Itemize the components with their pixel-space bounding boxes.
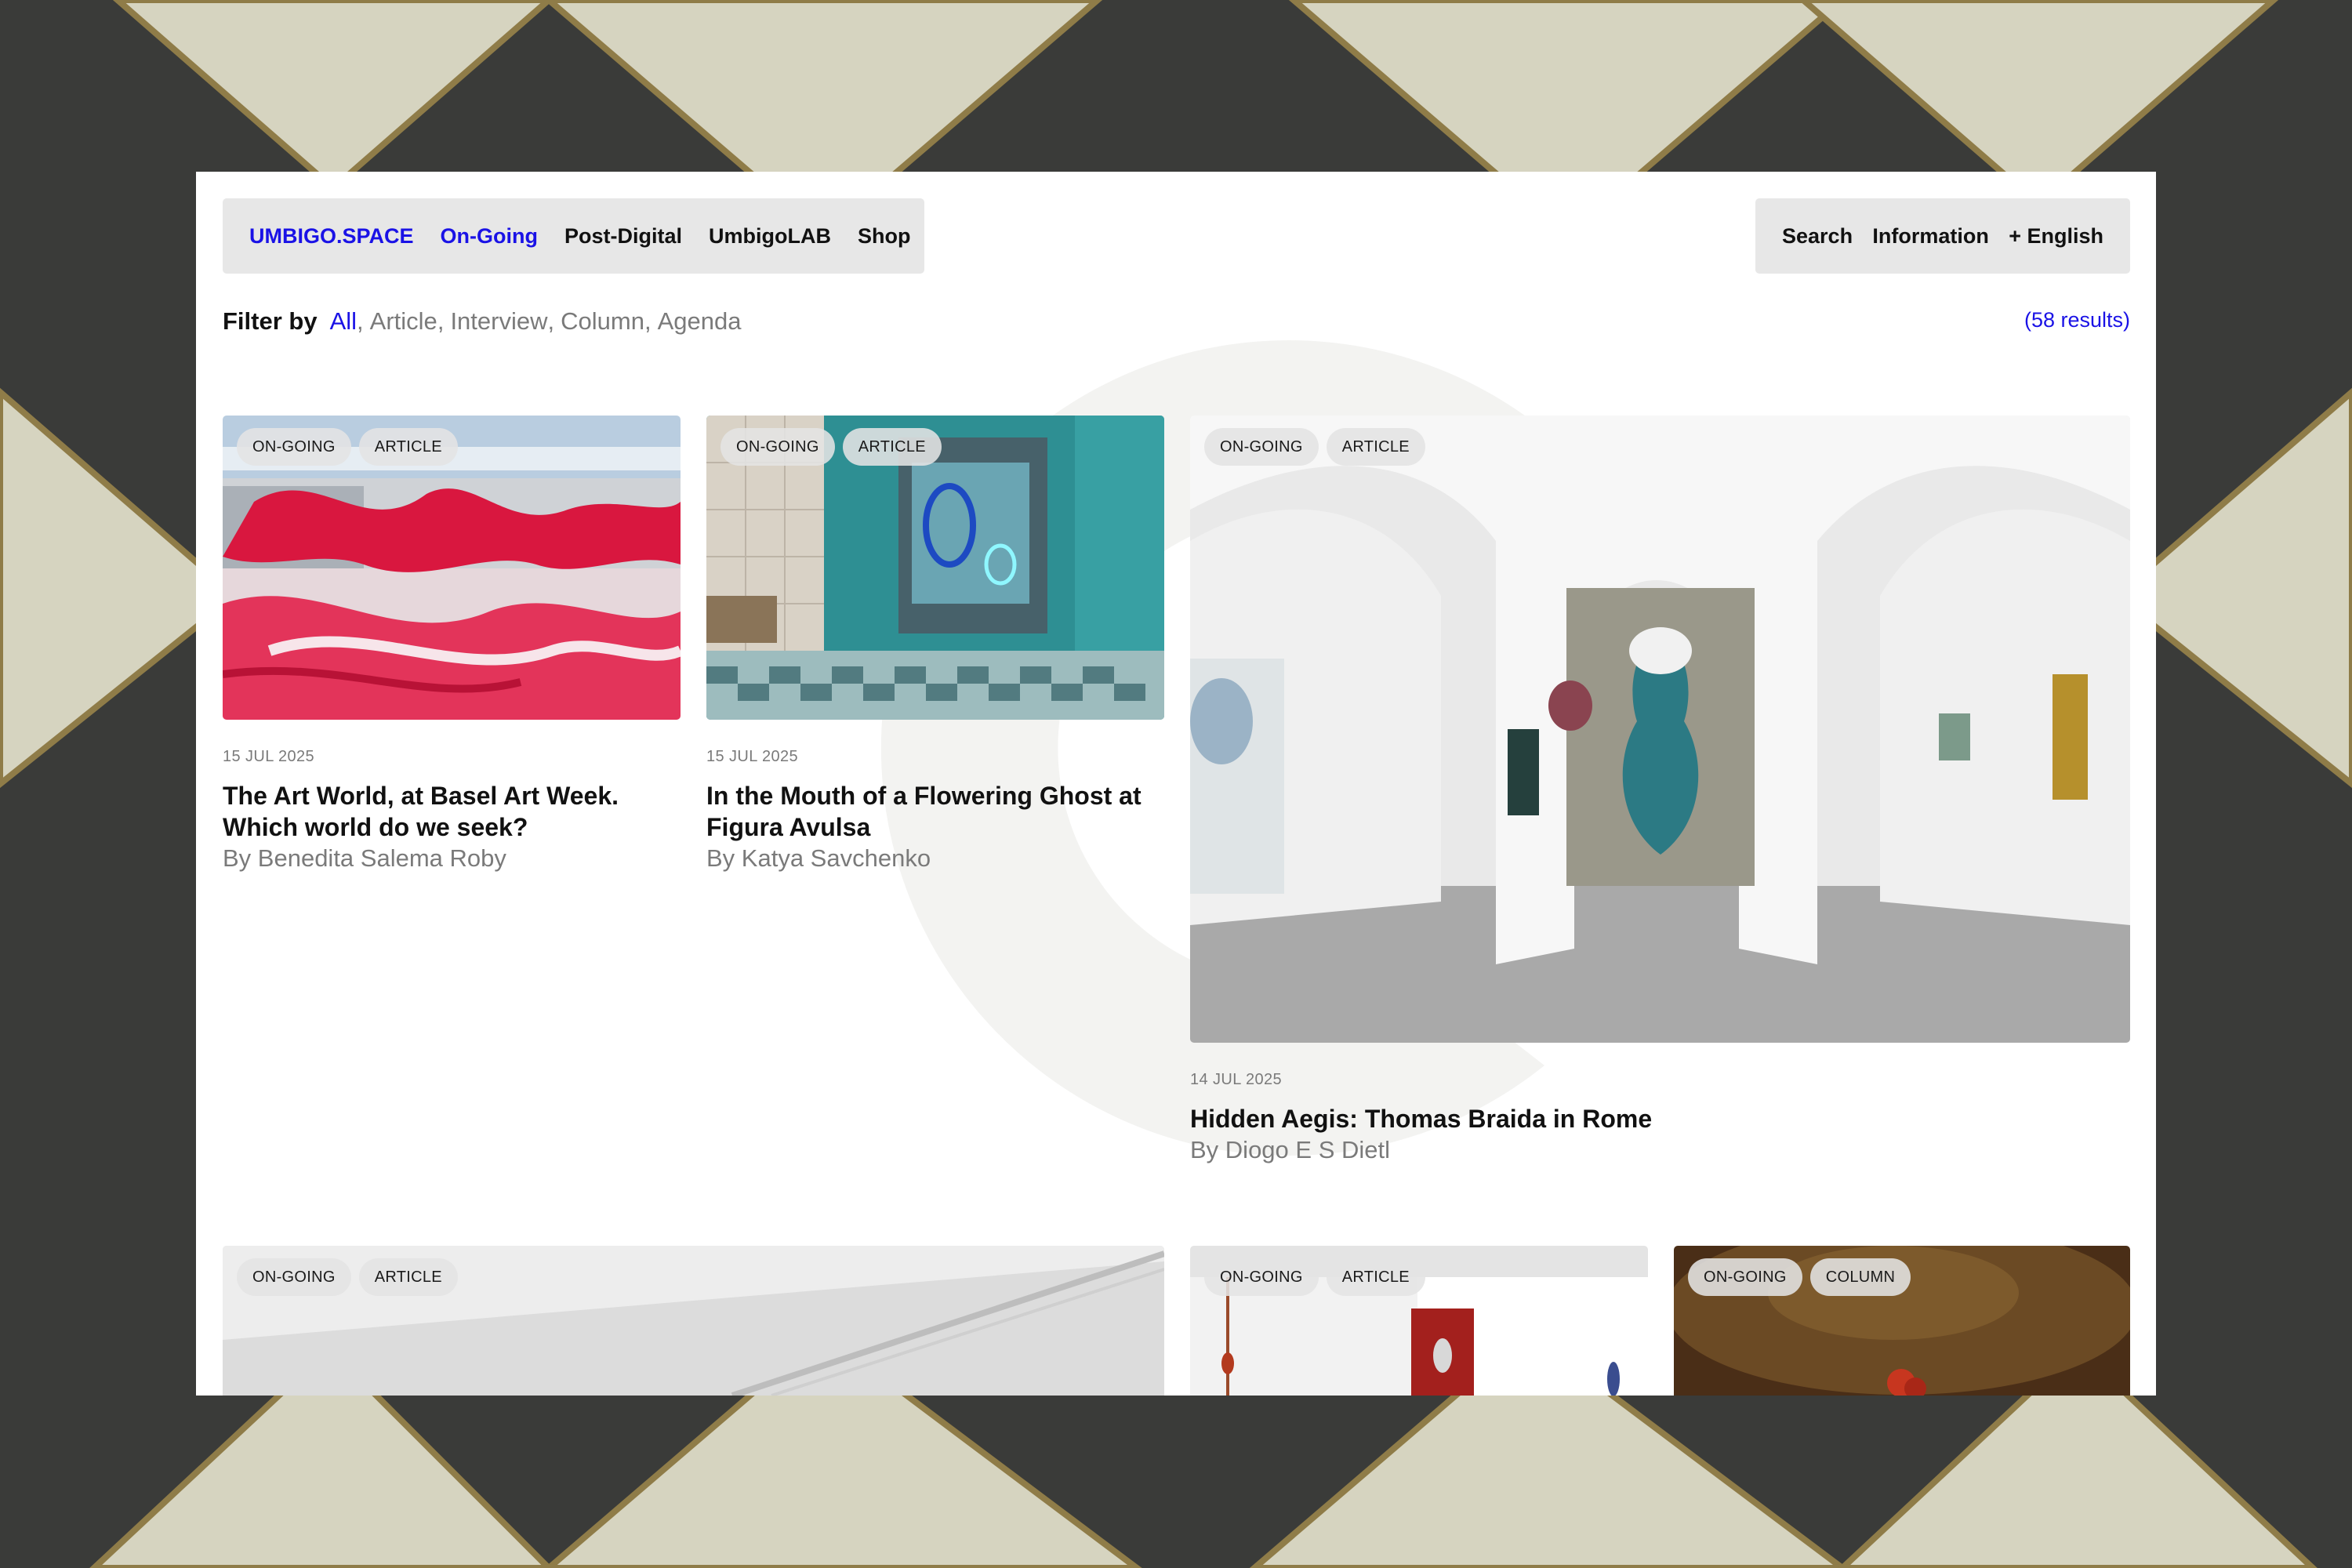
article-title[interactable]: Hidden Aegis: Thomas Braida in Rome bbox=[1190, 1103, 2130, 1134]
tag-on-going[interactable]: ON-GOING bbox=[1204, 428, 1319, 466]
nav-shop[interactable]: Shop bbox=[858, 224, 911, 249]
nav-umbigolab[interactable]: UmbigoLAB bbox=[709, 224, 831, 249]
tag-on-going[interactable]: ON-GOING bbox=[237, 428, 351, 466]
tag-on-going[interactable]: ON-GOING bbox=[1204, 1258, 1319, 1296]
results-count: (58 results) bbox=[2024, 308, 2130, 332]
filter-article[interactable]: Article bbox=[370, 307, 437, 336]
tag-column[interactable]: COLUMN bbox=[1809, 1258, 1911, 1296]
filter-separator: , bbox=[357, 307, 364, 335]
article-title[interactable]: In the Mouth of a Flowering Ghost at Fig… bbox=[706, 780, 1164, 843]
filter-interview[interactable]: Interview bbox=[450, 307, 547, 336]
filter-separator: , bbox=[547, 307, 555, 335]
nav-on-going[interactable]: On-Going bbox=[441, 224, 538, 249]
filter-agenda[interactable]: Agenda bbox=[658, 307, 742, 336]
article-author[interactable]: By Katya Savchenko bbox=[706, 843, 931, 874]
article-author[interactable]: By Benedita Salema Roby bbox=[223, 843, 506, 874]
nav-post-digital[interactable]: Post-Digital bbox=[564, 224, 682, 249]
tag-on-going[interactable]: ON-GOING bbox=[1688, 1258, 1802, 1296]
nav-language-english[interactable]: + English bbox=[2009, 224, 2103, 249]
nav-search[interactable]: Search bbox=[1782, 224, 1853, 249]
article-card[interactable]: ON-GOING ARTICLE bbox=[223, 1246, 1164, 1396]
utility-nav: Search Information + English bbox=[1755, 198, 2130, 274]
tag-on-going[interactable]: ON-GOING bbox=[720, 428, 835, 466]
tag-on-going[interactable]: ON-GOING bbox=[237, 1258, 351, 1296]
main-nav: UMBIGO.SPACE On-Going Post-Digital Umbig… bbox=[223, 198, 924, 274]
article-date: 15 JUL 2025 bbox=[706, 748, 799, 765]
article-card[interactable]: ON-GOING ARTICLE bbox=[1190, 1246, 1648, 1396]
filter-all[interactable]: All bbox=[330, 307, 357, 336]
article-card[interactable]: ON-GOING ARTICLE 14 JUL 2025 Hidden Aegi… bbox=[1190, 416, 2130, 1184]
tag-article[interactable]: ARTICLE bbox=[1326, 1258, 1425, 1296]
article-date: 15 JUL 2025 bbox=[223, 748, 315, 765]
filter-separator: , bbox=[644, 307, 652, 335]
article-card[interactable]: ON-GOING COLUMN bbox=[1674, 1246, 2130, 1396]
tag-article[interactable]: ARTICLE bbox=[358, 1258, 458, 1296]
nav-logo-umbigo-space[interactable]: UMBIGO.SPACE bbox=[249, 224, 414, 249]
tag-article[interactable]: ARTICLE bbox=[1326, 428, 1425, 466]
filter-column[interactable]: Column bbox=[561, 307, 644, 336]
article-date: 14 JUL 2025 bbox=[1190, 1071, 1283, 1088]
article-card[interactable]: ON-GOING ARTICLE 15 JUL 2025 The Art Wor… bbox=[223, 416, 681, 886]
article-thumbnail[interactable] bbox=[1190, 416, 2130, 1043]
article-title[interactable]: The Art World, at Basel Art Week. Which … bbox=[223, 780, 681, 843]
nav-information[interactable]: Information bbox=[1872, 224, 1989, 249]
filter-row: Filter by All, Article, Interview, Colum… bbox=[223, 302, 2130, 341]
tag-article[interactable]: ARTICLE bbox=[842, 428, 942, 466]
browser-window: UMBIGO.SPACE On-Going Post-Digital Umbig… bbox=[196, 172, 2156, 1396]
article-card[interactable]: ON-GOING ARTICLE 15 JUL 2025 In the Mout… bbox=[706, 416, 1164, 886]
filter-label: Filter by bbox=[223, 307, 318, 335]
filter-separator: , bbox=[437, 307, 445, 335]
article-author[interactable]: By Diogo E S Dietl bbox=[1190, 1134, 1390, 1166]
tag-article[interactable]: ARTICLE bbox=[358, 428, 458, 466]
